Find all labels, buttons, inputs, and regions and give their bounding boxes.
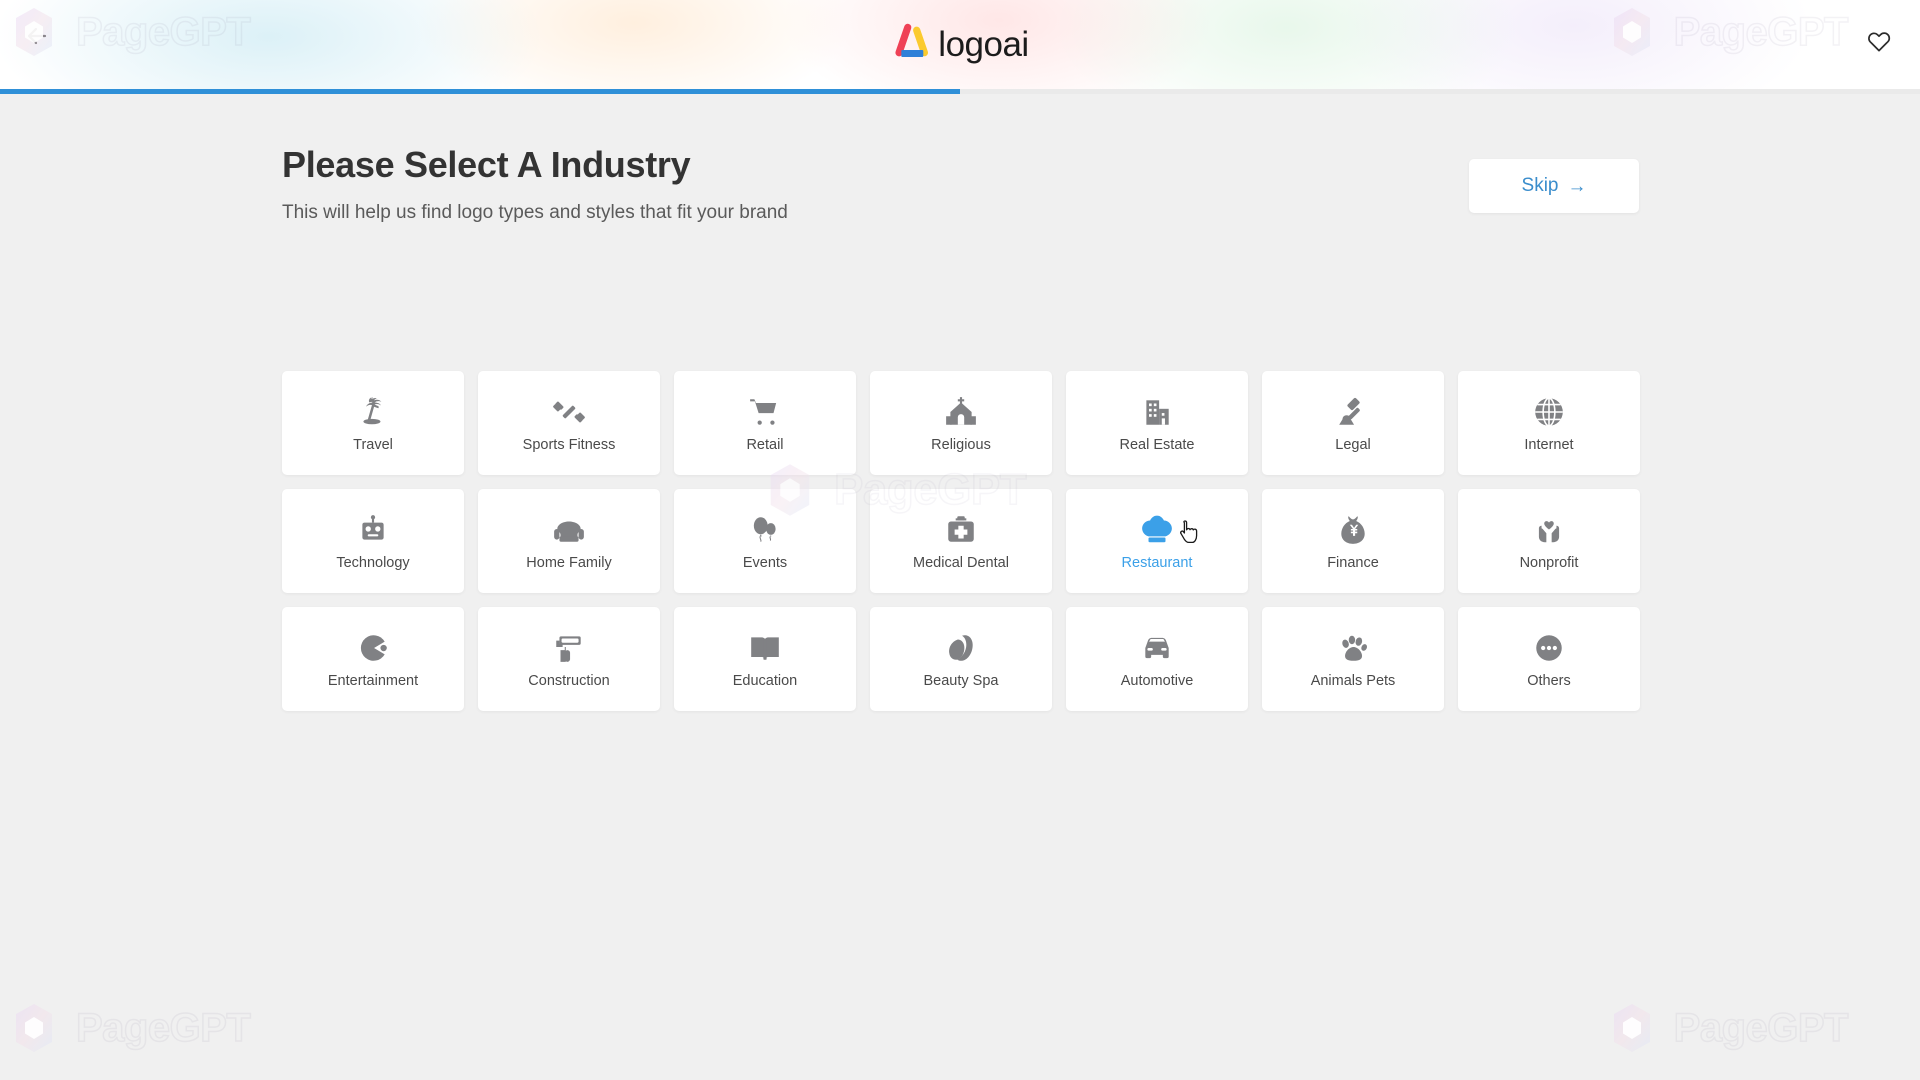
industry-card-label: Beauty Spa bbox=[923, 672, 999, 689]
industry-card-home-family[interactable]: Home Family bbox=[478, 489, 660, 593]
industry-card-automotive[interactable]: Automotive bbox=[1066, 607, 1248, 711]
ellipsis-circle-icon bbox=[1532, 630, 1566, 666]
hands-heart-icon bbox=[1532, 512, 1566, 548]
industry-card-label: Internet bbox=[1524, 436, 1574, 453]
industry-card-label: Legal bbox=[1335, 436, 1371, 453]
brand-name: logoai bbox=[938, 25, 1029, 64]
industry-card-label: Entertainment bbox=[327, 672, 419, 689]
industry-card-technology[interactable]: Technology bbox=[282, 489, 464, 593]
industry-card-legal[interactable]: Legal bbox=[1262, 371, 1444, 475]
industry-card-finance[interactable]: Finance bbox=[1262, 489, 1444, 593]
money-bag-icon bbox=[1336, 512, 1370, 548]
industry-card-label: Home Family bbox=[526, 554, 612, 571]
industry-card-label: Animals Pets bbox=[1310, 672, 1396, 689]
logoai-triangle-icon bbox=[891, 22, 933, 67]
industry-card-real-estate[interactable]: Real Estate bbox=[1066, 371, 1248, 475]
industry-card-education[interactable]: Education bbox=[674, 607, 856, 711]
industry-card-nonprofit[interactable]: Nonprofit bbox=[1458, 489, 1640, 593]
skip-button-label: Skip bbox=[1521, 175, 1559, 196]
brand-logo[interactable]: logoai bbox=[891, 22, 1029, 67]
arrow-left-icon bbox=[25, 24, 49, 51]
skip-button[interactable]: Skip → bbox=[1469, 159, 1639, 213]
industry-grid: Travel Sports Fitness Retail Religious Real … bbox=[282, 371, 1641, 711]
page-title: Please Select A Industry bbox=[282, 144, 691, 185]
onboarding-progress-bar bbox=[0, 89, 1920, 94]
industry-card-retail[interactable]: Retail bbox=[674, 371, 856, 475]
industry-card-events[interactable]: Events bbox=[674, 489, 856, 593]
industry-card-sports-fitness[interactable]: Sports Fitness bbox=[478, 371, 660, 475]
arrow-right-icon: → bbox=[1567, 175, 1587, 197]
globe-icon bbox=[1532, 394, 1566, 430]
back-button[interactable] bbox=[18, 18, 56, 56]
building-icon bbox=[1140, 394, 1174, 430]
industry-card-others[interactable]: Others bbox=[1458, 607, 1640, 711]
main-content: Please Select A Industry This will help … bbox=[0, 92, 1920, 1080]
industry-card-beauty-spa[interactable]: Beauty Spa bbox=[870, 607, 1052, 711]
industry-card-label: Retail bbox=[746, 436, 784, 453]
mouse-cursor-pointer bbox=[1179, 519, 1201, 550]
chef-hat-icon bbox=[1140, 512, 1174, 548]
industry-card-label: Events bbox=[742, 554, 788, 571]
industry-card-label: Others bbox=[1527, 672, 1571, 689]
favorites-button[interactable] bbox=[1862, 25, 1896, 59]
industry-card-label: Automotive bbox=[1120, 672, 1194, 689]
industry-card-label: Real Estate bbox=[1119, 436, 1195, 453]
dumbbell-icon bbox=[552, 394, 586, 430]
car-icon bbox=[1140, 630, 1174, 666]
industry-card-entertainment[interactable]: Entertainment bbox=[282, 607, 464, 711]
paw-print-icon bbox=[1336, 630, 1370, 666]
industry-card-medical-dental[interactable]: Medical Dental bbox=[870, 489, 1052, 593]
industry-card-label: Sports Fitness bbox=[522, 436, 616, 453]
industry-card-label: Religious bbox=[931, 436, 991, 453]
progress-fill bbox=[0, 89, 960, 94]
palm-tree-icon bbox=[356, 394, 390, 430]
paint-roller-icon bbox=[552, 630, 586, 666]
church-icon bbox=[944, 394, 978, 430]
industry-card-label: Restaurant bbox=[1121, 554, 1193, 571]
industry-card-religious[interactable]: Religious bbox=[870, 371, 1052, 475]
app-header: logoai bbox=[0, 0, 1920, 92]
industry-card-label: Education bbox=[732, 672, 798, 689]
industry-card-label: Technology bbox=[336, 554, 410, 571]
industry-card-label: Medical Dental bbox=[913, 554, 1009, 571]
industry-card-construction[interactable]: Construction bbox=[478, 607, 660, 711]
robot-icon bbox=[356, 512, 390, 548]
shopping-cart-icon bbox=[748, 394, 782, 430]
industry-card-animals-pets[interactable]: Animals Pets bbox=[1262, 607, 1444, 711]
industry-card-restaurant[interactable]: Restaurant bbox=[1066, 489, 1248, 593]
page-subtitle: This will help us find logo types and st… bbox=[282, 202, 788, 223]
industry-card-label: Finance bbox=[1327, 554, 1379, 571]
industry-card-label: Travel bbox=[353, 436, 393, 453]
industry-card-internet[interactable]: Internet bbox=[1458, 371, 1640, 475]
industry-card-travel[interactable]: Travel bbox=[282, 371, 464, 475]
industry-card-label: Nonprofit bbox=[1519, 554, 1579, 571]
balloons-icon bbox=[748, 512, 782, 548]
gavel-icon bbox=[1336, 394, 1370, 430]
pacman-icon bbox=[356, 630, 390, 666]
page-header-block: Please Select A Industry This will help … bbox=[282, 142, 1639, 224]
heart-outline-icon bbox=[1867, 29, 1891, 56]
first-aid-kit-icon bbox=[944, 512, 978, 548]
industry-card-label: Construction bbox=[528, 672, 610, 689]
open-book-icon bbox=[748, 630, 782, 666]
beauty-face-icon bbox=[944, 630, 978, 666]
armchair-icon bbox=[552, 512, 586, 548]
